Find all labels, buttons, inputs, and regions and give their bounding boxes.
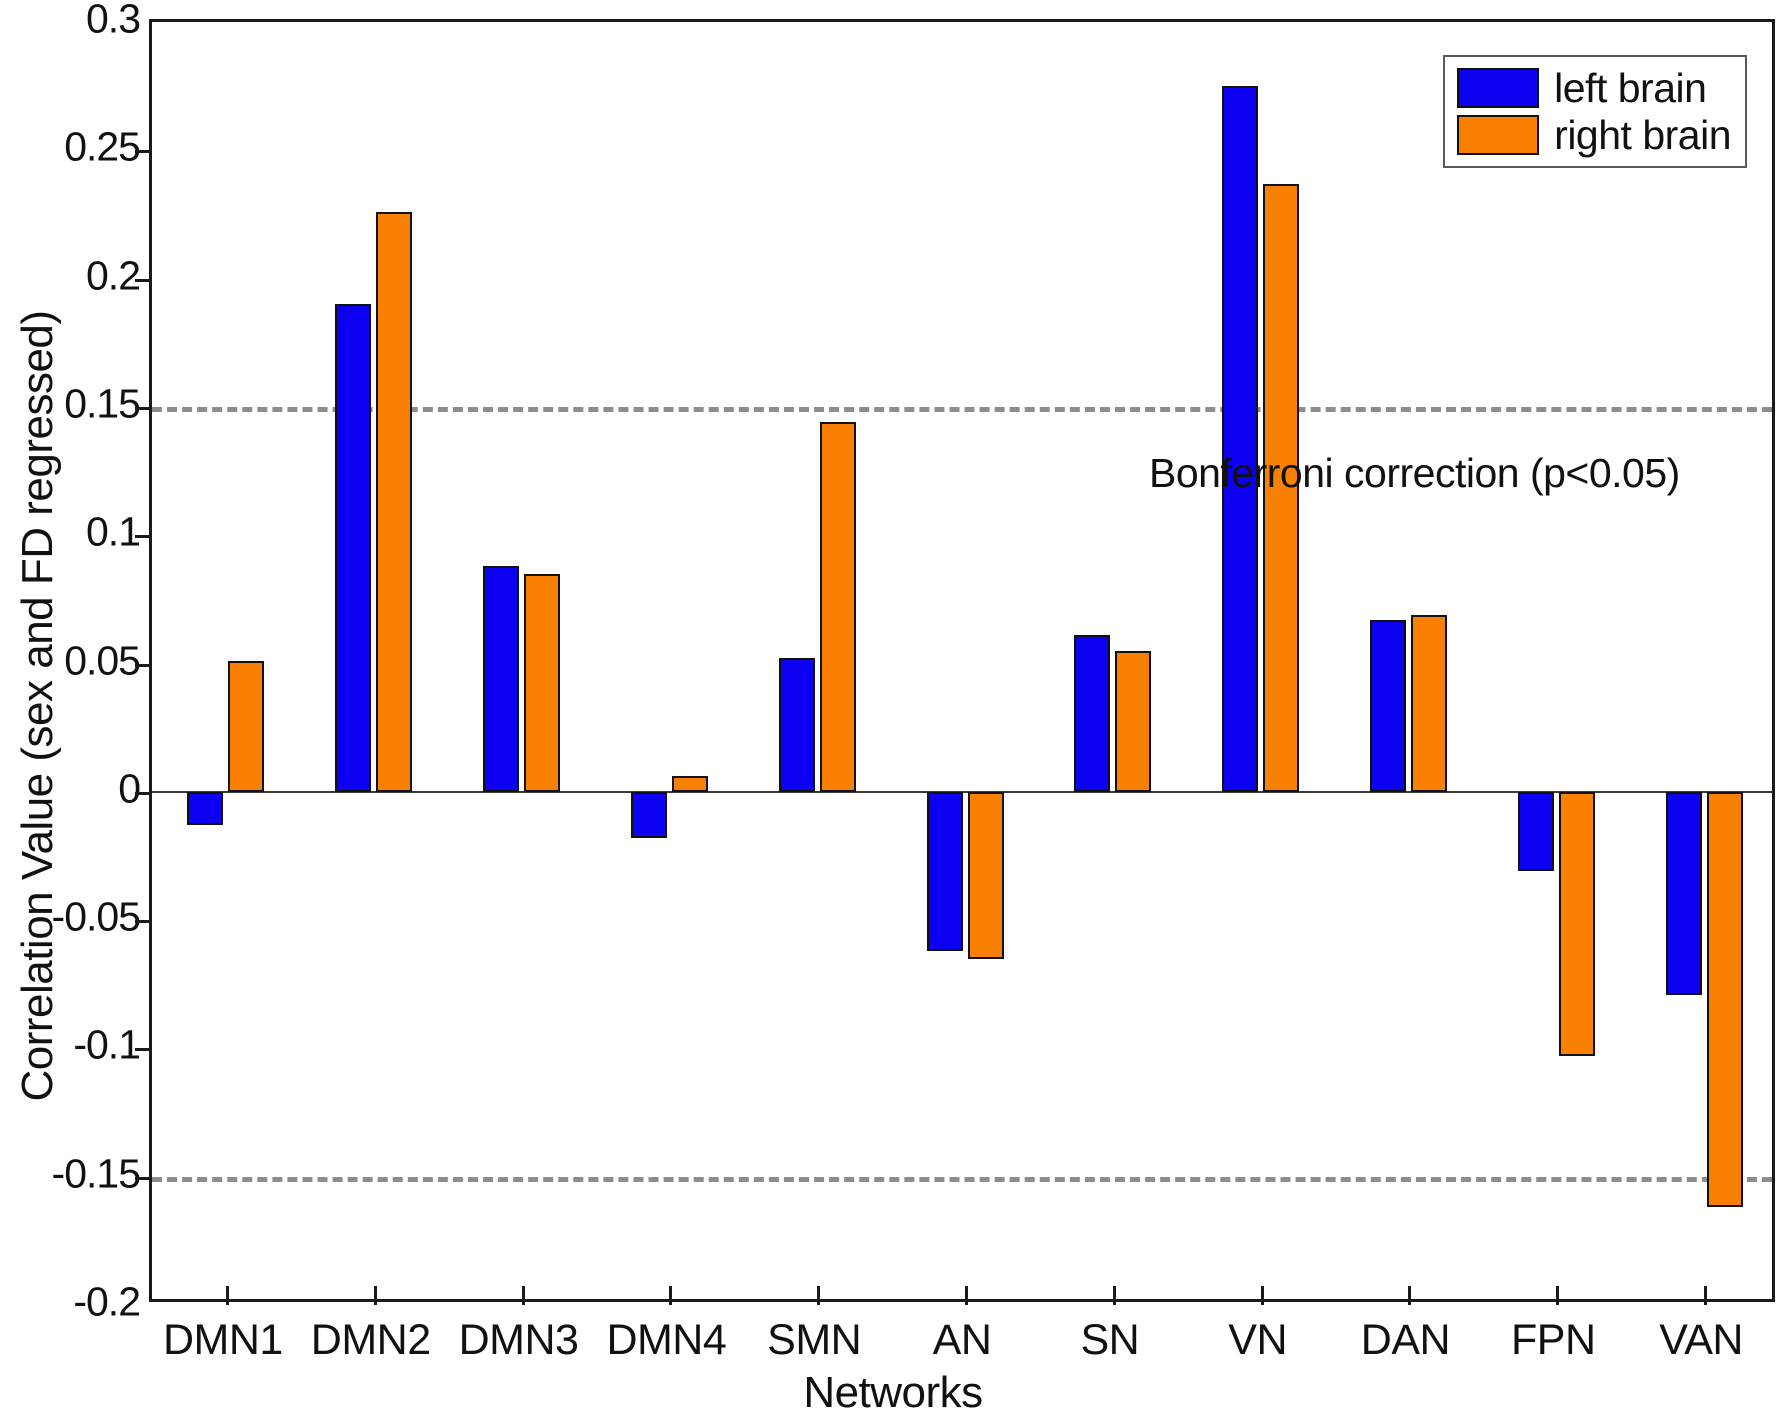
bar-DMN3-left-brain <box>483 565 520 792</box>
x-axis-label-FPN: FPN <box>1511 1316 1596 1364</box>
legend-swatch-icon <box>1457 68 1540 108</box>
bar-SN-right-brain <box>1115 650 1152 792</box>
y-tick-neg0p05 <box>135 920 152 924</box>
bar-DAN-right-brain <box>1410 614 1447 792</box>
legend: left brain right brain <box>1443 55 1747 168</box>
y-tick-label: 0.25 <box>64 123 141 170</box>
x-tick-FPN <box>1556 1286 1560 1305</box>
x-tick-DMN4 <box>669 1286 673 1305</box>
bar-SMN-left-brain <box>778 658 815 792</box>
bar-DMN1-left-brain <box>187 791 224 826</box>
bar-DMN1-right-brain <box>228 660 265 792</box>
bonferroni-annotation-label: Bonferroni correction (p<0.05) <box>1148 450 1680 497</box>
y-tick-0p05 <box>135 663 152 667</box>
x-axis-label-VN: VN <box>1228 1316 1287 1364</box>
y-tick-label: -0.1 <box>73 1021 141 1068</box>
bar-DMN4-left-brain <box>630 791 667 838</box>
bar-FPN-left-brain <box>1517 791 1554 872</box>
bars-layer <box>152 22 1772 1299</box>
y-tick-0p25 <box>135 150 152 154</box>
y-tick-0p15 <box>135 406 152 410</box>
x-axis-label-SN: SN <box>1080 1316 1140 1364</box>
y-tick-label: -0.2 <box>73 1278 141 1325</box>
x-tick-DMN1 <box>225 1286 229 1305</box>
bar-SN-left-brain <box>1074 635 1111 792</box>
x-tick-VAN <box>1704 1286 1708 1305</box>
bar-AN-left-brain <box>926 791 963 951</box>
y-tick-label: 0.2 <box>86 252 141 299</box>
x-axis-label-VAN: VAN <box>1659 1316 1743 1364</box>
x-tick-SN <box>1112 1286 1116 1305</box>
bar-DMN2-right-brain <box>376 211 413 792</box>
y-tick-label: -0.05 <box>51 893 141 940</box>
bar-DAN-left-brain <box>1369 619 1406 792</box>
y-tick-neg0p15 <box>135 1176 152 1180</box>
x-axis-label-SMN: SMN <box>767 1316 862 1364</box>
y-tick-label: 0 <box>118 765 141 812</box>
legend-swatch-icon <box>1457 115 1540 155</box>
bar-FPN-right-brain <box>1558 791 1595 1057</box>
x-axis-title: Networks <box>803 1368 983 1417</box>
bar-VAN-left-brain <box>1665 791 1702 995</box>
y-tick-label: 0.1 <box>86 508 141 555</box>
bar-AN-right-brain <box>967 791 1004 959</box>
y-tick-label: -0.15 <box>51 1150 141 1197</box>
y-tick-label: 0.05 <box>64 637 141 683</box>
x-tick-DMN3 <box>521 1286 525 1305</box>
x-axis-label-DMN1: DMN1 <box>162 1316 283 1364</box>
x-tick-DMN2 <box>373 1286 377 1305</box>
bar-SMN-right-brain <box>819 422 856 792</box>
legend-item-left-brain[interactable]: left brain <box>1457 65 1731 111</box>
y-tick-label: 0.15 <box>64 380 141 427</box>
plot-area: left brain right brain <box>135 19 1775 1305</box>
legend-item-label: right brain <box>1554 112 1731 158</box>
x-axis-label-AN: AN <box>932 1316 992 1364</box>
y-axis-tick-labels: 0.3 0.25 0.2 0.15 0.1 0.05 0 -0.05 -0.1 -0.15 -0.2 <box>0 0 141 1412</box>
y-tick-0p2 <box>135 278 152 282</box>
bar-DMN4-right-brain <box>671 776 708 792</box>
x-tick-SMN <box>817 1286 821 1305</box>
y-tick-0 <box>135 791 152 795</box>
legend-item-right-brain[interactable]: right brain <box>1457 112 1731 158</box>
x-axis-label-DAN: DAN <box>1360 1316 1451 1364</box>
bar-DMN2-left-brain <box>335 304 372 792</box>
x-axis-label-DMN2: DMN2 <box>310 1316 431 1364</box>
bar-VN-left-brain <box>1222 86 1259 792</box>
figure-root: Correlation Value (sex and FD regressed)… <box>0 0 1786 1417</box>
x-tick-AN <box>965 1286 968 1305</box>
bar-DMN3-right-brain <box>524 573 561 792</box>
bar-VAN-right-brain <box>1706 791 1743 1208</box>
x-tick-VN <box>1260 1286 1264 1305</box>
legend-item-label: left brain <box>1554 65 1707 111</box>
x-tick-DAN <box>1408 1286 1412 1305</box>
y-tick-label: 0.3 <box>86 0 141 42</box>
y-tick-neg0p1 <box>135 1048 152 1052</box>
x-axis-label-DMN3: DMN3 <box>458 1316 579 1364</box>
x-axis-label-DMN4: DMN4 <box>606 1316 727 1364</box>
y-tick-0p1 <box>135 535 152 539</box>
